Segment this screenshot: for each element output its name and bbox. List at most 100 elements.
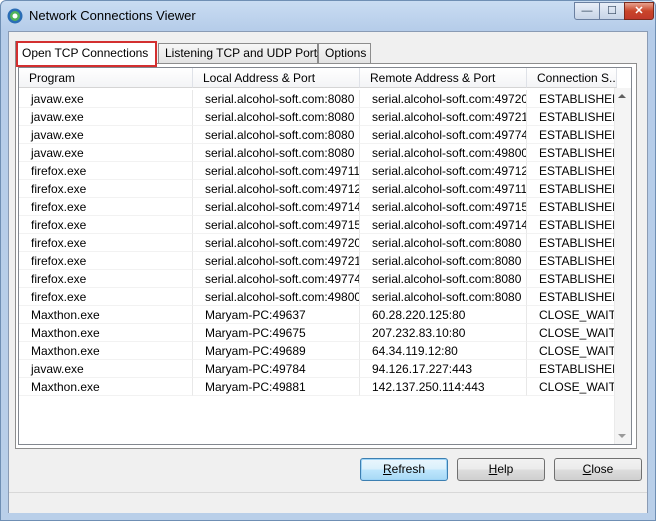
program-cell: javaw.exe (19, 360, 193, 378)
help-button[interactable]: Help (457, 458, 545, 481)
state-cell: ESTABLISHED (527, 270, 617, 288)
program-cell: javaw.exe (19, 144, 193, 162)
refresh-button[interactable]: Refresh (360, 458, 448, 481)
remote-address-cell: 207.232.83.10:80 (360, 324, 527, 342)
column-header-connection-state[interactable]: Connection S... (527, 68, 617, 88)
scroll-up-icon[interactable] (618, 94, 626, 98)
program-cell: javaw.exe (19, 108, 193, 126)
program-cell: firefox.exe (19, 162, 193, 180)
program-cell: Maxthon.exe (19, 324, 193, 342)
table-row[interactable]: firefox.exe serial.alcohol-soft.com:49774… (19, 270, 617, 288)
vertical-scrollbar[interactable] (614, 88, 631, 444)
local-address-cell: serial.alcohol-soft.com:8080 (193, 90, 360, 108)
program-cell: Maxthon.exe (19, 342, 193, 360)
state-cell: ESTABLISHED (527, 216, 617, 234)
program-cell: Maxthon.exe (19, 378, 193, 396)
state-cell: ESTABLISHED (527, 360, 617, 378)
table-row[interactable]: firefox.exe serial.alcohol-soft.com:49721… (19, 252, 617, 270)
tab-listening-ports[interactable]: Listening TCP and UDP Ports (158, 43, 323, 63)
local-address-cell: serial.alcohol-soft.com:8080 (193, 144, 360, 162)
state-cell: ESTABLISHED (527, 252, 617, 270)
tab-options[interactable]: Options (318, 43, 371, 63)
state-cell: ESTABLISHED (527, 198, 617, 216)
local-address-cell: Maryam-PC:49881 (193, 378, 360, 396)
state-cell: ESTABLISHED (527, 108, 617, 126)
local-address-cell: serial.alcohol-soft.com:49711 (193, 162, 360, 180)
scroll-down-icon[interactable] (618, 434, 626, 438)
program-cell: firefox.exe (19, 270, 193, 288)
client-area: Open TCP Connections Listening TCP and U… (8, 31, 648, 513)
remote-address-cell: 94.126.17.227:443 (360, 360, 527, 378)
column-header-local-address[interactable]: Local Address & Port (193, 68, 360, 88)
remote-address-cell: 64.34.119.12:80 (360, 342, 527, 360)
column-header-program[interactable]: Program (19, 68, 193, 88)
program-cell: firefox.exe (19, 180, 193, 198)
local-address-cell: serial.alcohol-soft.com:49715 (193, 216, 360, 234)
remote-address-cell: serial.alcohol-soft.com:8080 (360, 288, 527, 306)
local-address-cell: serial.alcohol-soft.com:49712 (193, 180, 360, 198)
maximize-button[interactable]: ☐ (599, 2, 625, 20)
local-address-cell: serial.alcohol-soft.com:49800 (193, 288, 360, 306)
remote-address-cell: serial.alcohol-soft.com:49715 (360, 198, 527, 216)
table-row[interactable]: javaw.exe serial.alcohol-soft.com:8080 ser… (19, 144, 617, 162)
table-row[interactable]: Maxthon.exe Maryam-PC:49675 207.232.83.10:… (19, 324, 617, 342)
state-cell: ESTABLISHED (527, 162, 617, 180)
table-row[interactable]: javaw.exe serial.alcohol-soft.com:8080 ser… (19, 126, 617, 144)
remote-address-cell: serial.alcohol-soft.com:49714 (360, 216, 527, 234)
window-title: Network Connections Viewer (29, 8, 196, 23)
state-cell: ESTABLISHED (527, 144, 617, 162)
remote-address-cell: 60.28.220.125:80 (360, 306, 527, 324)
local-address-cell: Maryam-PC:49637 (193, 306, 360, 324)
remote-address-cell: serial.alcohol-soft.com:8080 (360, 270, 527, 288)
table-row[interactable]: firefox.exe serial.alcohol-soft.com:49720… (19, 234, 617, 252)
state-cell: ESTABLISHED (527, 288, 617, 306)
remote-address-cell: serial.alcohol-soft.com:49800 (360, 144, 527, 162)
table-row[interactable]: Maxthon.exe Maryam-PC:49689 64.34.119.12:8… (19, 342, 617, 360)
close-button[interactable]: Close (554, 458, 642, 481)
remote-address-cell: serial.alcohol-soft.com:49711 (360, 180, 527, 198)
state-cell: CLOSE_WAIT (527, 342, 617, 360)
table-row[interactable]: firefox.exe serial.alcohol-soft.com:49712… (19, 180, 617, 198)
table-row[interactable]: firefox.exe serial.alcohol-soft.com:49715… (19, 216, 617, 234)
program-cell: javaw.exe (19, 90, 193, 108)
list-rows: javaw.exe serial.alcohol-soft.com:8080 ser… (19, 90, 617, 396)
state-cell: ESTABLISHED (527, 234, 617, 252)
program-cell: firefox.exe (19, 234, 193, 252)
minimize-button[interactable]: — (574, 2, 600, 20)
remote-address-cell: serial.alcohol-soft.com:49721 (360, 108, 527, 126)
table-row[interactable]: Maxthon.exe Maryam-PC:49881 142.137.250.11… (19, 378, 617, 396)
table-row[interactable]: firefox.exe serial.alcohol-soft.com:49711… (19, 162, 617, 180)
table-row[interactable]: javaw.exe serial.alcohol-soft.com:8080 ser… (19, 108, 617, 126)
local-address-cell: serial.alcohol-soft.com:49720 (193, 234, 360, 252)
local-address-cell: serial.alcohol-soft.com:8080 (193, 126, 360, 144)
program-cell: javaw.exe (19, 126, 193, 144)
state-cell: ESTABLISHED (527, 180, 617, 198)
column-header-remote-address[interactable]: Remote Address & Port (360, 68, 527, 88)
remote-address-cell: serial.alcohol-soft.com:8080 (360, 252, 527, 270)
program-cell: firefox.exe (19, 216, 193, 234)
remote-address-cell: serial.alcohol-soft.com:8080 (360, 234, 527, 252)
state-cell: CLOSE_WAIT (527, 378, 617, 396)
table-row[interactable]: javaw.exe Maryam-PC:49784 94.126.17.227:44… (19, 360, 617, 378)
network-app-icon (7, 8, 23, 24)
program-cell: Maxthon.exe (19, 306, 193, 324)
table-row[interactable]: firefox.exe serial.alcohol-soft.com:49714… (19, 198, 617, 216)
table-row[interactable]: javaw.exe serial.alcohol-soft.com:8080 ser… (19, 90, 617, 108)
list-header: Program Local Address & Port Remote Addr… (19, 68, 619, 88)
local-address-cell: serial.alcohol-soft.com:49714 (193, 198, 360, 216)
local-address-cell: serial.alcohol-soft.com:49721 (193, 252, 360, 270)
close-window-button[interactable]: ✕ (624, 2, 654, 20)
remote-address-cell: serial.alcohol-soft.com:49720 (360, 90, 527, 108)
program-cell: firefox.exe (19, 198, 193, 216)
local-address-cell: Maryam-PC:49784 (193, 360, 360, 378)
state-cell: CLOSE_WAIT (527, 306, 617, 324)
title-bar[interactable]: Network Connections Viewer — ☐ ✕ (1, 1, 655, 31)
connections-list[interactable]: Program Local Address & Port Remote Addr… (18, 67, 632, 445)
table-row[interactable]: firefox.exe serial.alcohol-soft.com:49800… (19, 288, 617, 306)
table-row[interactable]: Maxthon.exe Maryam-PC:49637 60.28.220.125:… (19, 306, 617, 324)
tab-open-tcp-connections[interactable]: Open TCP Connections (15, 41, 157, 65)
remote-address-cell: 142.137.250.114:443 (360, 378, 527, 396)
local-address-cell: serial.alcohol-soft.com:49774 (193, 270, 360, 288)
program-cell: firefox.exe (19, 252, 193, 270)
app-window: Network Connections Viewer — ☐ ✕ Open TC… (0, 0, 656, 521)
